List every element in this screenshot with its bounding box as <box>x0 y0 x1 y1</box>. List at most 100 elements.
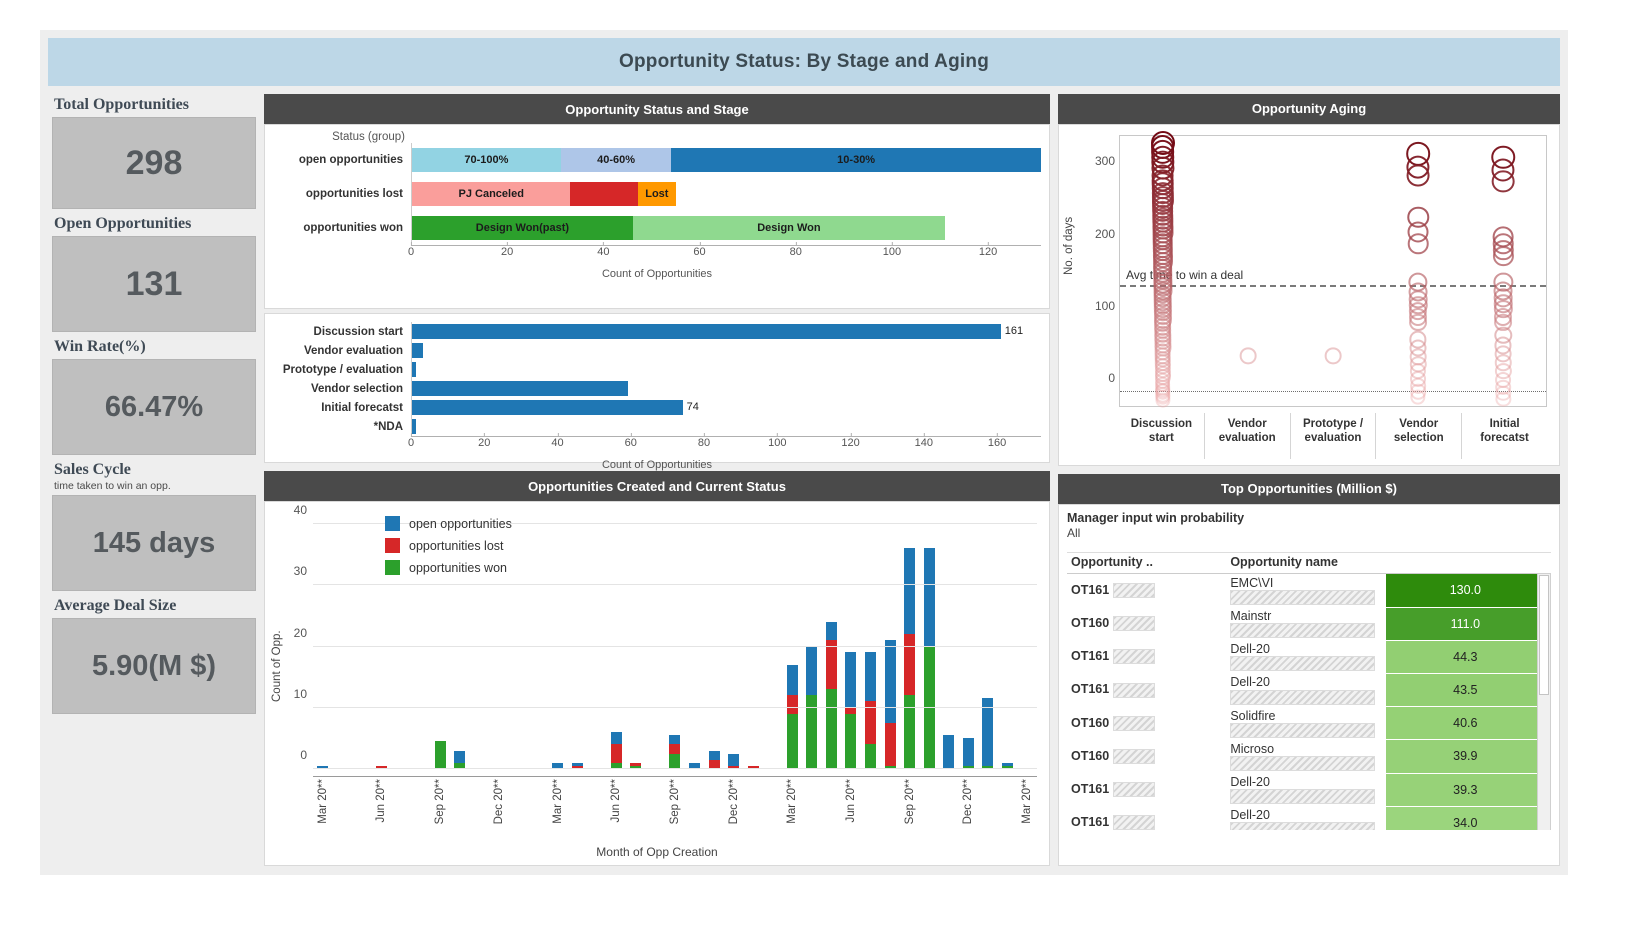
created-bar-cell[interactable] <box>665 512 685 769</box>
created-bar-segment[interactable] <box>708 750 720 760</box>
created-bar-segment[interactable] <box>904 547 916 634</box>
table-row[interactable]: OT160 Solidfire 40.6 <box>1067 706 1545 741</box>
status-stage-segment[interactable]: Design Won(past) <box>412 216 633 240</box>
created-bar-segment[interactable] <box>610 744 622 763</box>
created-bar-segment[interactable] <box>825 640 837 690</box>
table-scrollbar[interactable] <box>1537 572 1551 830</box>
status-stage-segment[interactable]: 40-60% <box>560 148 672 172</box>
created-bar-segment[interactable] <box>923 547 935 647</box>
created-bar-segment[interactable] <box>786 695 798 714</box>
created-bar-segment[interactable] <box>884 722 896 766</box>
created-bar-cell[interactable] <box>352 512 372 769</box>
created-legend-item[interactable]: opportunities won <box>385 560 512 575</box>
aging-data-point[interactable] <box>1239 347 1257 364</box>
created-bar-cell[interactable] <box>822 512 842 769</box>
table-top-opportunities[interactable]: Manager input win probability All Opport… <box>1058 503 1560 867</box>
created-bar-cell[interactable] <box>704 512 724 769</box>
created-bar-segment[interactable] <box>845 713 857 769</box>
table-scrollbar-thumb[interactable] <box>1539 574 1549 695</box>
created-bar-cell[interactable] <box>626 512 646 769</box>
status-stage-segment[interactable]: PJ Canceled <box>412 182 571 206</box>
created-bar-cell[interactable] <box>333 512 353 769</box>
chart-stage-counts[interactable]: Discussion start 161 Vendor evaluation Prot… <box>264 313 1050 471</box>
aging-data-point[interactable] <box>1407 233 1429 255</box>
created-bar-segment[interactable] <box>786 664 798 696</box>
stage-count-bar[interactable] <box>412 343 423 358</box>
status-stage-segment[interactable]: 10-30% <box>671 148 1041 172</box>
created-bar-cell[interactable] <box>567 512 587 769</box>
status-stage-segment[interactable] <box>570 182 638 206</box>
table-row[interactable]: OT160 Mainstr 111.0 <box>1067 607 1545 641</box>
kpi-value-open-opportunities[interactable]: 131 <box>52 236 256 332</box>
aging-data-point[interactable] <box>1406 163 1430 187</box>
created-bar-cell[interactable] <box>900 512 920 769</box>
created-legend-item[interactable]: opportunities lost <box>385 538 512 553</box>
table-row[interactable]: OT161 Dell-20 44.3 <box>1067 640 1545 674</box>
filter-value-win-probability[interactable]: All <box>1067 526 1551 540</box>
table-row[interactable]: OT161 EMC\VI 130.0 <box>1067 573 1545 608</box>
aging-data-point[interactable] <box>1155 392 1171 408</box>
created-bar-segment[interactable] <box>434 741 446 769</box>
created-bar-segment[interactable] <box>669 753 681 769</box>
created-bar-segment[interactable] <box>884 640 896 723</box>
created-bar-segment[interactable] <box>669 744 681 754</box>
created-bar-cell[interactable] <box>724 512 744 769</box>
table-row[interactable]: OT161 Dell-20 43.5 <box>1067 673 1545 708</box>
stage-count-bar[interactable] <box>412 400 683 415</box>
kpi-value-sales-cycle[interactable]: 145 days <box>52 495 256 591</box>
created-bar-segment[interactable] <box>786 713 798 769</box>
table-row[interactable]: OT161 Dell-20 39.3 <box>1067 773 1545 807</box>
created-bar-cell[interactable] <box>587 512 607 769</box>
status-stage-segment[interactable]: Design Won <box>632 216 945 240</box>
created-bar-cell[interactable] <box>685 512 705 769</box>
aging-data-point[interactable] <box>1493 246 1514 267</box>
kpi-value-average-deal-size[interactable]: 5.90(M $) <box>52 618 256 714</box>
created-bar-segment[interactable] <box>825 621 837 641</box>
created-bar-cell[interactable] <box>998 512 1018 769</box>
column-header-opportunity-name[interactable]: Opportunity name <box>1226 552 1386 574</box>
kpi-value-total-opportunities[interactable]: 298 <box>52 117 256 209</box>
aging-data-point[interactable] <box>1492 169 1515 193</box>
created-bar-cell[interactable] <box>861 512 881 769</box>
created-bar-cell[interactable] <box>802 512 822 769</box>
kpi-value-win-rate[interactable]: 66.47% <box>52 359 256 455</box>
top-opportunities-scroll-region[interactable]: Opportunity .. Opportunity name OT161 EMC… <box>1067 551 1551 830</box>
chart-status-and-stage[interactable]: Status (group) open opportunities 70-100%… <box>264 124 1050 309</box>
aging-data-point[interactable] <box>1495 391 1512 407</box>
created-bar-cell[interactable] <box>528 512 548 769</box>
created-bar-cell[interactable] <box>646 512 666 769</box>
created-bar-segment[interactable] <box>904 633 916 696</box>
created-bar-cell[interactable] <box>783 512 803 769</box>
chart-opportunities-created[interactable]: Count of Opp. 0 10 20 30 40 open opportuniti… <box>264 501 1050 866</box>
stage-count-bar[interactable] <box>412 381 628 396</box>
created-bar-cell[interactable] <box>548 512 568 769</box>
created-bar-segment[interactable] <box>982 698 994 766</box>
created-bar-segment[interactable] <box>962 738 974 766</box>
aging-data-point[interactable] <box>1410 389 1426 406</box>
created-bar-segment[interactable] <box>865 652 877 702</box>
created-bar-cell[interactable] <box>313 512 333 769</box>
aging-data-point[interactable] <box>1324 347 1342 364</box>
created-bar-segment[interactable] <box>806 646 818 696</box>
column-header-value[interactable] <box>1385 552 1545 574</box>
status-stage-segment[interactable]: 70-100% <box>412 148 561 172</box>
created-bar-segment[interactable] <box>865 744 877 769</box>
created-bar-cell[interactable] <box>919 512 939 769</box>
created-bar-cell[interactable] <box>1017 512 1037 769</box>
created-bar-segment[interactable] <box>454 750 466 763</box>
stage-count-bar[interactable] <box>412 324 1001 339</box>
created-bar-cell[interactable] <box>880 512 900 769</box>
created-bar-segment[interactable] <box>669 735 681 745</box>
created-bar-cell[interactable] <box>841 512 861 769</box>
created-bar-cell[interactable] <box>939 512 959 769</box>
created-bar-cell[interactable] <box>978 512 998 769</box>
table-row[interactable]: OT160 Microso 39.9 <box>1067 739 1545 774</box>
column-header-opportunity-id[interactable]: Opportunity .. <box>1067 552 1227 574</box>
created-legend-item[interactable]: open opportunities <box>385 516 512 531</box>
created-bar-segment[interactable] <box>825 689 837 769</box>
created-bar-cell[interactable] <box>959 512 979 769</box>
stage-count-bar[interactable] <box>412 362 416 377</box>
created-legend[interactable]: open opportunities opportunities lost oppo… <box>385 516 512 582</box>
aging-data-point[interactable] <box>1409 313 1428 332</box>
created-bar-segment[interactable] <box>728 753 740 766</box>
